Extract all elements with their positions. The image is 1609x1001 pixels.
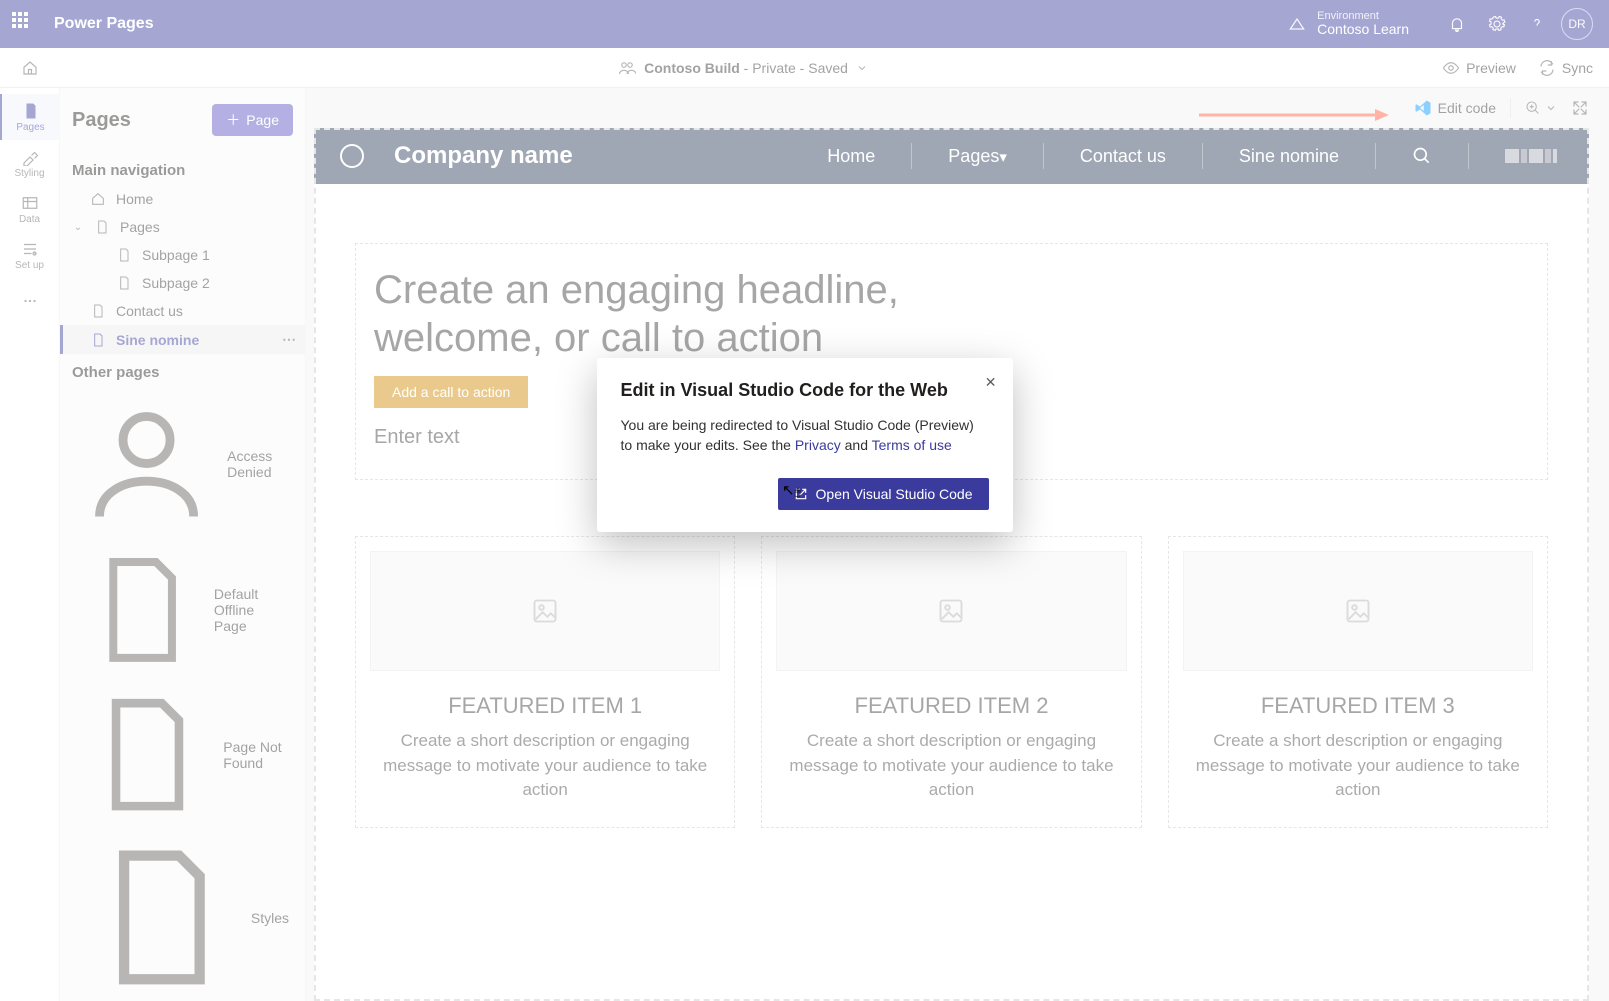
privacy-link[interactable]: Privacy: [795, 437, 841, 453]
terms-link[interactable]: Terms of use: [872, 437, 952, 453]
dialog-title: Edit in Visual Studio Code for the Web: [621, 380, 989, 401]
dialog-body: You are being redirected to Visual Studi…: [621, 415, 989, 456]
vscode-dialog: Edit in Visual Studio Code for the Web ✕…: [597, 358, 1013, 532]
open-vscode-button[interactable]: Open Visual Studio Code: [778, 478, 989, 510]
dialog-close-icon[interactable]: ✕: [985, 374, 997, 391]
open-external-icon: [794, 487, 808, 501]
